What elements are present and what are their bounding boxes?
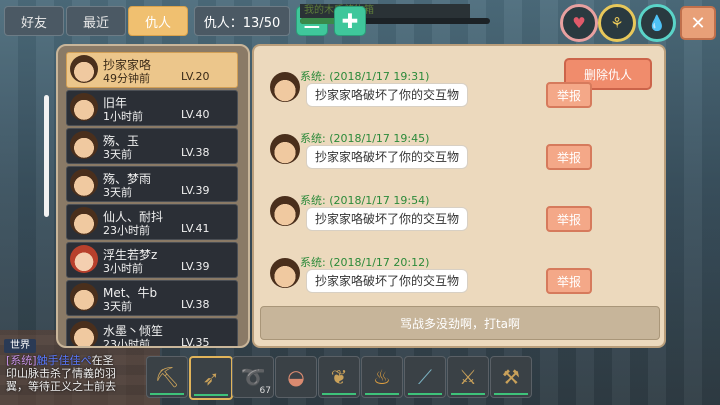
log-message: 抄家家咯破坏了你的交互物 — [306, 83, 469, 107]
enemy-list-panel: 抄家家咯 49分钟前 LV.20 旧年 1小时前 LV.40 殇、玉 3天前 L… — [56, 44, 250, 348]
report-button[interactable]: 举报 — [546, 82, 592, 108]
enemy-list-item[interactable]: 殇、梦雨 3天前 LV.39 — [66, 166, 238, 202]
enemy-last-seen: 23小时前 — [103, 224, 150, 237]
chat-channel-label[interactable]: 世界 — [4, 339, 36, 353]
avatar — [70, 55, 98, 83]
report-button[interactable]: 举报 — [546, 206, 592, 232]
enemy-last-seen: 23小时前 — [103, 338, 150, 348]
hotbar-slot[interactable]: ♨ — [361, 356, 403, 398]
crossbow-icon: ⚔ — [459, 365, 477, 389]
enemy-list-item[interactable]: Met、牛b 3天前 LV.38 — [66, 280, 238, 316]
enemy-last-seen: 49分钟前 — [103, 72, 150, 85]
enemy-level: LV.39 — [181, 260, 210, 273]
enemy-last-seen: 3天前 — [103, 148, 132, 161]
enemy-level: LV.41 — [181, 222, 210, 235]
avatar — [270, 134, 300, 164]
tab-recent[interactable]: 最近 — [66, 6, 126, 36]
gourd-icon: ♨ — [373, 365, 391, 389]
report-button[interactable]: 举报 — [546, 268, 592, 294]
storage-notice: 我的木质储物箱 — [300, 4, 470, 18]
chat-text-2: 印山脉击杀了情義的羽 — [6, 367, 116, 380]
log-header: 系统: (2018/1/17 20:12) — [300, 256, 430, 269]
list-scrollbar[interactable] — [44, 95, 49, 217]
hotbar-slot[interactable]: ⚔ — [447, 356, 489, 398]
mace-icon: ⚒ — [502, 365, 520, 389]
enemy-level: LV.35 — [181, 336, 210, 348]
meat-icon: ◒ — [287, 365, 305, 389]
log-entry: 系统: (2018/1/17 19:31) 抄家家咯破坏了你的交互物 举报 — [270, 68, 650, 112]
bow-icon: ➶ — [202, 366, 220, 390]
enemy-level: LV.38 — [181, 298, 210, 311]
chat-player-name[interactable]: 触手佳佳ぺ — [37, 354, 92, 367]
avatar — [70, 131, 98, 159]
pickaxe-icon: ⛏ — [154, 365, 180, 389]
avatar — [270, 196, 300, 226]
enemy-list-item[interactable]: 水墨丶倾笙 23小时前 LV.35 — [66, 318, 238, 348]
hotbar-slot[interactable]: ⟋ — [404, 356, 446, 398]
avatar — [70, 207, 98, 235]
log-message: 抄家家咯破坏了你的交互物 — [306, 207, 469, 231]
avatar — [70, 93, 98, 121]
log-header: 系统: (2018/1/17 19:31) — [300, 70, 430, 83]
close-button[interactable]: ✕ — [680, 6, 716, 40]
enemy-list-item[interactable]: 抄家家咯 49分钟前 LV.20 — [66, 52, 238, 88]
item-count: 67 — [259, 386, 271, 396]
message-input[interactable]: 骂战多没劲啊，打ta啊 — [260, 306, 660, 340]
feather-icon: ❦ — [330, 365, 348, 389]
enemy-count: 仇人：13/50 — [194, 6, 290, 36]
enemy-level: LV.20 — [181, 70, 210, 83]
hotbar-slot[interactable]: ➶ — [189, 356, 233, 400]
log-header: 系统: (2018/1/17 19:45) — [300, 132, 430, 145]
avatar — [70, 245, 98, 273]
avatar — [70, 283, 98, 311]
avatar — [270, 258, 300, 288]
log-message: 抄家家咯破坏了你的交互物 — [306, 145, 469, 169]
enemy-list-item[interactable]: 殇、玉 3天前 LV.38 — [66, 128, 238, 164]
chat-sys-tag: [系统] — [6, 354, 37, 367]
tab-enemies[interactable]: 仇人 — [128, 6, 188, 36]
water-icon: 💧 — [638, 4, 676, 42]
hotbar-slot[interactable]: ◒ — [275, 356, 317, 398]
enemy-log-panel: 删除仇人 系统: (2018/1/17 19:31) 抄家家咯破坏了你的交互物 … — [252, 44, 666, 348]
enemy-last-seen: 3天前 — [103, 186, 132, 199]
enemy-list-item[interactable]: 浮生若梦z 3小时前 LV.39 — [66, 242, 238, 278]
enemy-last-seen: 3天前 — [103, 300, 132, 313]
report-button[interactable]: 举报 — [546, 144, 592, 170]
log-entry: 系统: (2018/1/17 19:45) 抄家家咯破坏了你的交互物 举报 — [270, 130, 650, 174]
hunger-icon: ⚘ — [598, 4, 636, 42]
hotbar-slot[interactable]: ❦ — [318, 356, 360, 398]
enemy-level: LV.40 — [181, 108, 210, 121]
avatar — [70, 321, 98, 346]
enemy-last-seen: 1小时前 — [103, 110, 143, 123]
hotbar-slot[interactable]: ➰ 67 — [232, 356, 274, 398]
hotbar-slot[interactable]: ⛏ — [146, 356, 188, 398]
log-entry: 系统: (2018/1/17 19:54) 抄家家咯破坏了你的交互物 举报 — [270, 192, 650, 236]
enemy-last-seen: 3小时前 — [103, 262, 143, 275]
enemy-level: LV.38 — [181, 146, 210, 159]
tab-friends[interactable]: 好友 — [4, 6, 64, 36]
log-header: 系统: (2018/1/17 19:54) — [300, 194, 430, 207]
chat-text-3: 翼，等待正义之士前去 — [6, 380, 116, 393]
chat-message: [系统]触手佳佳ぺ在圣 印山脉击杀了情義的羽 翼，等待正义之士前去 — [6, 354, 146, 393]
enemy-list-item[interactable]: 旧年 1小时前 LV.40 — [66, 90, 238, 126]
chat-text-1: 在圣 — [91, 354, 114, 367]
health-icon: ♥ — [560, 4, 598, 42]
log-message: 抄家家咯破坏了你的交互物 — [306, 269, 469, 293]
notice-progress — [300, 18, 490, 24]
add-enemy-button[interactable]: ✚ — [334, 6, 366, 36]
hotbar-slot[interactable]: ⚒ — [490, 356, 532, 398]
enemy-level: LV.39 — [181, 184, 210, 197]
enemy-list-item[interactable]: 仙人、耐抖 23小时前 LV.41 — [66, 204, 238, 240]
spear-icon: ⟋ — [418, 365, 432, 389]
log-entry: 系统: (2018/1/17 20:12) 抄家家咯破坏了你的交互物 举报 — [270, 254, 650, 298]
avatar — [70, 169, 98, 197]
avatar — [270, 72, 300, 102]
